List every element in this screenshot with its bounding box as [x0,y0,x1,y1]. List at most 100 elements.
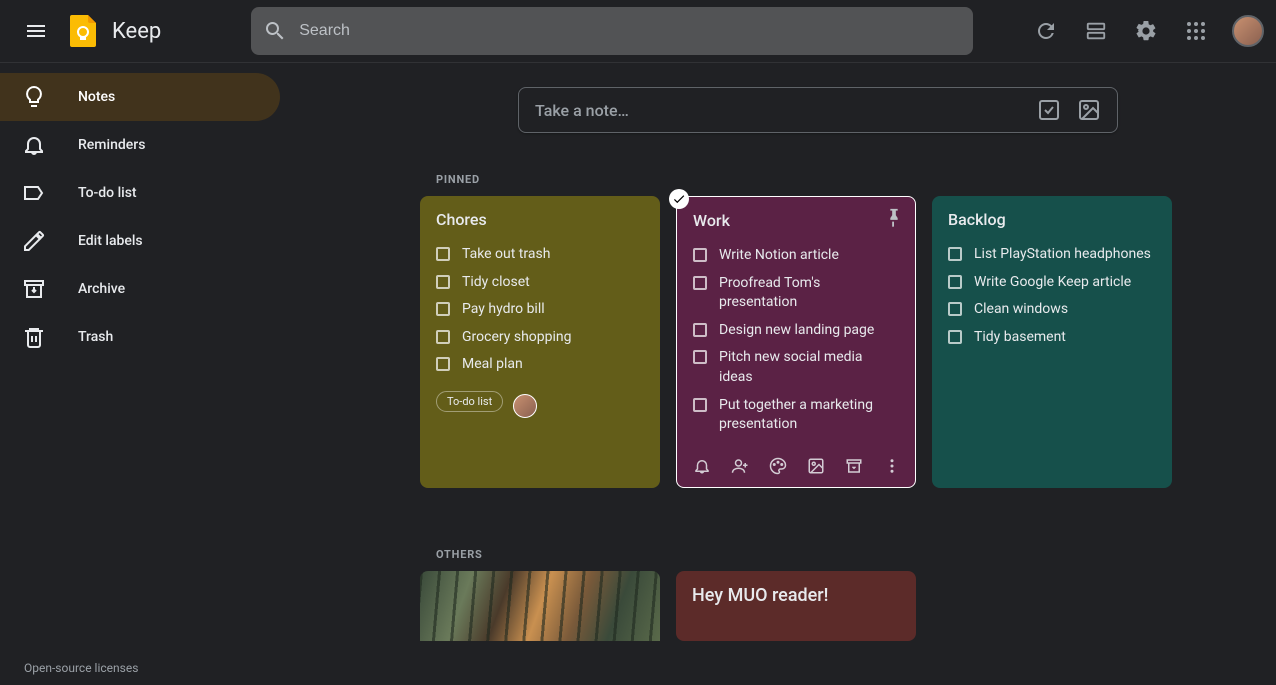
section-pinned-label: PINNED [436,173,1216,186]
new-list-button[interactable] [1037,98,1061,122]
image-icon [1077,98,1101,122]
sidebar-item-label: To-do list [78,185,137,201]
content-area: Take a note… PINNED Chores Take out tras… [280,63,1276,685]
note-title: Backlog [948,210,1156,229]
remind-me-button[interactable] [693,457,711,475]
sidebar-item-label: Edit labels [78,233,143,249]
sidebar-item-trash[interactable]: Trash [0,313,280,361]
header-actions [1024,9,1264,53]
archive-button[interactable] [845,457,863,475]
background-options-button[interactable] [769,457,787,475]
note-title: Chores [436,210,644,229]
checkbox-icon[interactable] [436,247,450,261]
note-toolbar [693,457,899,475]
list-view-icon [1085,20,1107,42]
list-item[interactable]: Meal plan [436,351,644,379]
list-view-button[interactable] [1074,9,1118,53]
note-card-muo[interactable]: Hey MUO reader! [676,571,916,641]
collaborator-button[interactable] [731,457,749,475]
list-item[interactable]: Put together a marketing presentation [693,392,899,439]
sidebar-item-archive[interactable]: Archive [0,265,280,313]
pinned-notes-grid: Chores Take out trash Tidy closet Pay hy… [420,196,1216,488]
list-item[interactable]: Pay hydro bill [436,296,644,324]
checkbox-icon[interactable] [693,350,707,364]
sidebar: Notes Reminders To-do list Edit labels A… [0,63,280,685]
search-input[interactable] [299,22,961,40]
list-item[interactable]: Clean windows [948,296,1156,324]
collaborator-avatar[interactable] [513,394,537,418]
checkbox-icon[interactable] [693,398,707,412]
main-menu-button[interactable] [12,7,60,55]
checkbox-icon[interactable] [693,276,707,290]
sidebar-item-label: Reminders [78,137,145,153]
add-image-button[interactable] [807,457,825,475]
list-item[interactable]: Grocery shopping [436,324,644,352]
select-note-badge[interactable] [669,189,689,209]
account-avatar[interactable] [1232,15,1264,47]
palette-icon [769,457,787,475]
list-item[interactable]: Pitch new social media ideas [693,344,899,391]
take-note-box[interactable]: Take a note… [518,87,1118,133]
list-item[interactable]: List PlayStation headphones [948,241,1156,269]
check-icon [672,192,686,206]
checkbox-icon[interactable] [436,357,450,371]
list-item[interactable]: Proofread Tom's presentation [693,270,899,317]
archive-icon [845,457,863,475]
note-card-backlog[interactable]: Backlog List PlayStation headphones Writ… [932,196,1172,488]
checkbox-icon[interactable] [693,248,707,262]
trash-icon [22,325,62,349]
refresh-icon [1034,19,1058,43]
checkbox-icon[interactable] [436,330,450,344]
others-notes-grid: Hey MUO reader! [420,571,1216,641]
bell-icon [693,457,711,475]
settings-button[interactable] [1124,9,1168,53]
more-button[interactable] [883,457,901,475]
sidebar-item-todo[interactable]: To-do list [0,169,280,217]
list-item[interactable]: Tidy basement [948,324,1156,352]
note-title: Work [693,211,899,230]
list-item[interactable]: Tidy closet [436,269,644,297]
list-item[interactable]: Design new landing page [693,317,899,345]
checkbox-icon[interactable] [436,302,450,316]
label-chip[interactable]: To-do list [436,391,503,412]
pin-icon [883,207,905,229]
bell-icon [22,133,62,157]
label-icon [22,181,62,205]
pencil-icon [22,229,62,253]
checkbox-icon[interactable] [948,302,962,316]
section-others-label: OTHERS [436,548,1216,561]
refresh-button[interactable] [1024,9,1068,53]
checkbox-icon[interactable] [948,247,962,261]
lightbulb-logo-icon [66,13,102,49]
search-icon [263,19,287,43]
hamburger-icon [24,19,48,43]
list-item[interactable]: Take out trash [436,241,644,269]
search-box[interactable] [251,7,973,55]
note-title: Hey MUO reader! [692,585,900,606]
list-item[interactable]: Write Google Keep article [948,269,1156,297]
image-icon [807,457,825,475]
note-card-image[interactable] [420,571,660,641]
gear-icon [1134,19,1158,43]
sidebar-item-edit-labels[interactable]: Edit labels [0,217,280,265]
sidebar-item-label: Trash [78,329,113,345]
sidebar-item-label: Notes [78,89,115,105]
note-card-chores[interactable]: Chores Take out trash Tidy closet Pay hy… [420,196,660,488]
person-add-icon [731,457,749,475]
list-item[interactable]: Write Notion article [693,242,899,270]
header: Keep [0,0,1276,63]
checkbox-icon[interactable] [693,323,707,337]
app-title: Keep [112,19,161,44]
checkbox-icon[interactable] [436,275,450,289]
new-image-note-button[interactable] [1077,98,1101,122]
checkbox-icon[interactable] [948,330,962,344]
apps-button[interactable] [1174,9,1218,53]
open-source-licenses-link[interactable]: Open-source licenses [24,661,138,675]
checkbox-icon[interactable] [948,275,962,289]
note-card-work[interactable]: Work Write Notion article Proofread Tom'… [676,196,916,488]
sidebar-item-reminders[interactable]: Reminders [0,121,280,169]
more-vertical-icon [883,457,901,475]
keep-logo [64,11,104,51]
pin-button[interactable] [883,207,905,229]
sidebar-item-notes[interactable]: Notes [0,73,280,121]
